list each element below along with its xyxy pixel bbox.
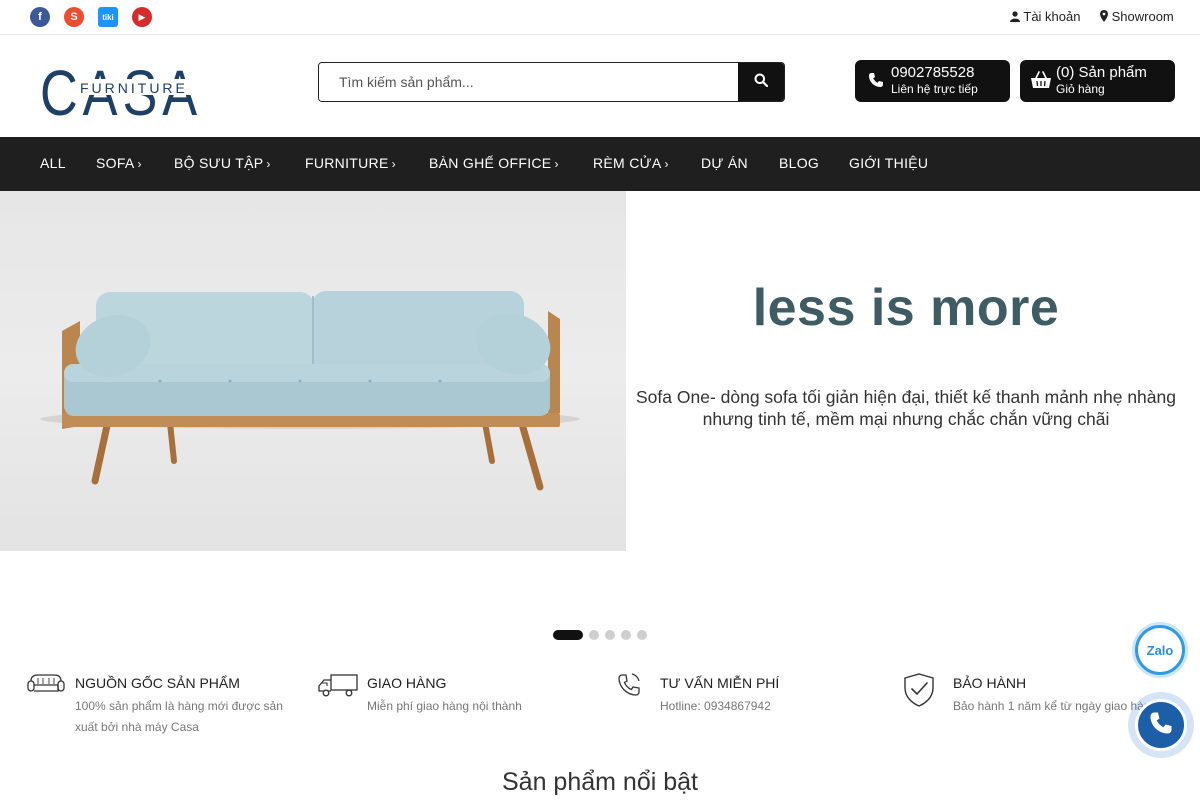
showroom-label: Showroom [1111,9,1174,24]
search-icon [754,73,769,92]
hero-subtitle: Sofa One- dòng sofa tối giản hiện đại, t… [626,386,1186,430]
feature-desc: 100% sản phẩm là hàng mới được sản xuất … [75,699,283,734]
search-button[interactable] [738,63,784,101]
chevron-right-icon: › [137,157,142,171]
basket-icon [1030,71,1052,94]
phone-icon [868,72,884,93]
cart-label: Giỏ hàng [1056,82,1105,96]
hero-title: less is more [752,279,1060,337]
tiki-icon[interactable]: tiki [98,7,118,27]
zalo-chat-button[interactable]: Zalo [1135,625,1185,675]
nav-item-sofa[interactable]: SOFA › [96,155,142,171]
cart-button[interactable]: (0) Sản phẩm Giỏ hàng [1020,60,1175,102]
slider-dot-5[interactable] [637,630,647,640]
slider-dot-4[interactable] [621,630,631,640]
chevron-right-icon: › [664,157,669,171]
nav-item-blog[interactable]: BLOG [779,155,819,171]
map-marker-icon [1100,9,1112,24]
truck-icon [318,672,358,708]
chevron-right-icon: › [266,157,271,171]
zalo-label: Zalo [1146,642,1174,658]
showroom-link[interactable]: Showroom [1100,9,1174,24]
chevron-right-icon: › [554,157,559,171]
nav-item-office[interactable]: BÀN GHẾ OFFICE › [429,155,559,171]
cart-count: (0) Sản phẩm [1056,64,1147,81]
sofa-icon [27,672,67,708]
hero-subtitle-line-1: Sofa One- dòng sofa tối giản hiện đại, t… [636,387,1176,407]
shield-check-icon [903,672,943,708]
nav-item-projects[interactable]: DỰ ÁN [701,155,748,171]
hero-subtitle-line-2: nhưng tinh tế, mềm mại nhưng chắc chắn v… [702,409,1110,429]
hotline-label: Liên hệ trực tiếp [891,82,978,96]
account-link[interactable]: Tài khoản [1010,9,1080,24]
chevron-right-icon: › [391,157,396,171]
hero-sofa-image[interactable] [0,191,626,551]
feature-desc: Miễn phí giao hàng nội thành [367,699,522,713]
search-input[interactable] [319,63,738,101]
slider-dot-3[interactable] [605,630,615,640]
phone-icon [617,672,657,708]
hotline-number: 0902785528 [891,64,975,81]
feature-title: TƯ VẤN MIỄN PHÍ [660,675,780,691]
facebook-icon[interactable]: f [30,7,50,27]
nav-item-curtains[interactable]: RÈM CỬA › [593,155,669,171]
shopee-icon[interactable]: S [64,7,84,27]
nav-item-about[interactable]: GIỚI THIỆU [849,155,928,171]
section-title: Sản phẩm nổi bật [502,768,698,796]
phone-icon [1149,711,1173,740]
account-label: Tài khoản [1023,9,1081,24]
search-bar [318,62,785,102]
user-icon [1010,9,1023,24]
slider-dot-2[interactable] [589,630,599,640]
feature-title: BẢO HÀNH [953,675,1027,691]
feature-desc: Hotline: 0934867942 [660,699,771,713]
feature-title: NGUỒN GỐC SẢN PHẨM [75,675,240,691]
logo-subtext: FURNITURE [80,80,188,96]
hotline-button[interactable]: 0902785528 Liên hệ trực tiếp [855,60,1010,102]
casa-logo[interactable]: CASA FURNITURE [40,57,205,129]
call-button[interactable] [1128,692,1194,758]
top-bar: f S tiki ▶ Tài khoản Showroom [0,0,1200,35]
nav-item-collection[interactable]: BỘ SƯU TẬP › [174,155,271,171]
slider-dots [553,630,647,640]
youtube-icon[interactable]: ▶ [132,7,152,27]
nav-item-all[interactable]: ALL [40,155,66,171]
slider-dot-1[interactable] [553,630,583,640]
nav-item-furniture[interactable]: FURNITURE › [305,155,396,171]
feature-title: GIAO HÀNG [367,675,447,691]
main-nav: ALL SOFA › BỘ SƯU TẬP › FURNITURE › BÀN GHẾ… [0,137,1200,191]
